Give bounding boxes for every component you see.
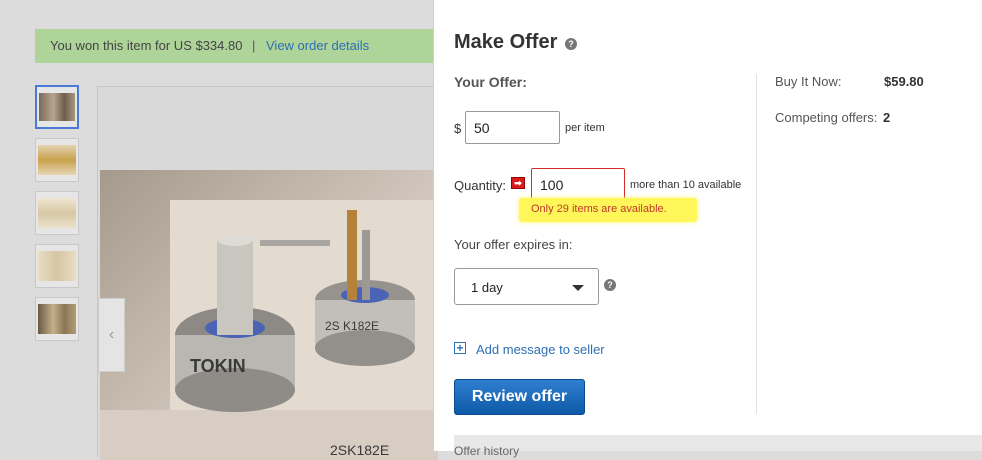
quantity-error-message: Only 29 items are available. (519, 198, 697, 222)
your-offer-label: Your Offer: (454, 74, 527, 90)
available-count-text: more than 10 available (630, 179, 742, 191)
column-divider (756, 74, 757, 414)
expires-dropdown[interactable]: 1 day (454, 268, 599, 305)
currency-symbol: $ (454, 121, 462, 136)
buy-it-now-label: Buy It Now: (775, 74, 842, 89)
prev-photo-button[interactable]: ‹ (98, 298, 125, 372)
transistor-photo-icon: TOKIN 2S K182E 2SK182E (100, 170, 438, 460)
main-item-photo[interactable]: TOKIN 2S K182E 2SK182E (100, 170, 438, 460)
arrow-right-icon: ➡ (511, 177, 525, 189)
chevron-down-icon (572, 285, 584, 291)
thumbnail-4[interactable] (35, 244, 79, 288)
competing-offers-label: Competing offers: (775, 110, 878, 125)
quantity-input[interactable] (531, 168, 625, 201)
svg-text:2SK182E: 2SK182E (330, 442, 389, 458)
add-message-link[interactable]: Add message to seller (476, 342, 605, 357)
won-item-text: You won this item for US $334.80 (50, 38, 243, 53)
dialog-title: Make Offer (454, 31, 558, 53)
expires-help-icon[interactable]: ? (604, 279, 616, 291)
thumbnail-2[interactable] (35, 138, 79, 182)
order-status-banner: You won this item for US $334.80 | View … (35, 29, 455, 63)
help-icon[interactable]: ? (565, 38, 577, 50)
expires-selected-value: 1 day (471, 280, 503, 295)
offer-history-strip: Offer history (454, 435, 982, 458)
view-order-details-link[interactable]: View order details (266, 29, 369, 63)
thumbnail-1[interactable] (35, 85, 79, 129)
per-item-label: per item (565, 122, 605, 134)
offer-price-input[interactable] (465, 111, 560, 144)
buy-it-now-price: $59.80 (884, 74, 924, 89)
thumbnail-5[interactable] (35, 297, 79, 341)
quantity-label: Quantity: (454, 178, 507, 193)
make-offer-dialog: Make Offer ? Your Offer: $ per item Quan… (433, 0, 982, 458)
offer-history-text: Offer history (454, 444, 520, 458)
svg-text:2S K182E: 2S K182E (325, 319, 379, 333)
thumbnail-3[interactable] (35, 191, 79, 235)
expires-label: Your offer expires in: (454, 237, 573, 252)
svg-text:TOKIN: TOKIN (190, 356, 246, 376)
banner-separator: | (252, 38, 256, 53)
review-offer-button[interactable]: Review offer (454, 379, 585, 415)
competing-offers-count: 2 (883, 110, 891, 125)
plus-icon[interactable]: + (454, 342, 466, 354)
